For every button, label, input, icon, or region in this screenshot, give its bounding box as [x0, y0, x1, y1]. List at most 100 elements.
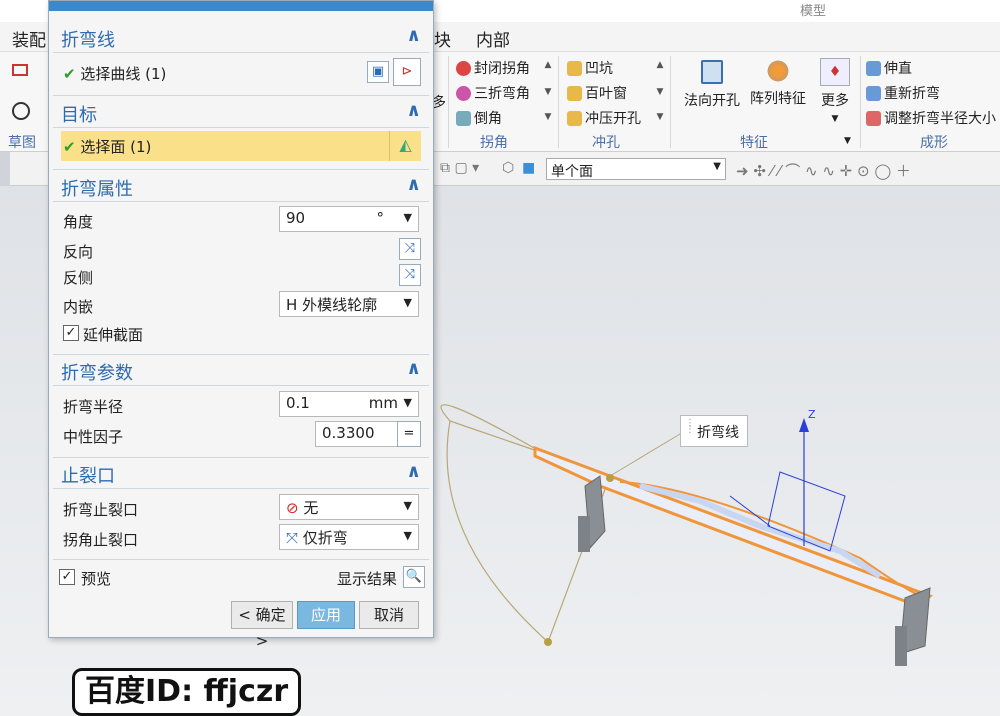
bend-line-tooltip: ⋮ ⋮ 折弯线	[680, 415, 748, 447]
select-face-text: ✔ 选择面 (1)	[63, 136, 151, 157]
ok-button[interactable]: < 确定 >	[231, 601, 293, 650]
extend-section-checkbox[interactable]: ✓	[63, 325, 79, 341]
more-button[interactable]: ♦ 更多 ▼	[820, 58, 850, 124]
drawn-cutout-label: 冲压开孔	[585, 111, 641, 127]
angle-label: 角度	[63, 213, 94, 231]
chevron-down-icon: ▼	[403, 529, 412, 542]
chamfer-label: 倒角	[474, 111, 502, 127]
chevron-down-icon[interactable]: ▼	[404, 396, 412, 409]
resize-bend-radius-label: 调整折弯半径大小	[884, 111, 996, 127]
collapse-caret-icon[interactable]: ∧	[406, 461, 421, 482]
corner-scroll-more[interactable]: ▼	[542, 112, 554, 122]
select-face-row[interactable]: ✔ 选择面 (1)	[61, 131, 389, 161]
select-curve-row[interactable]: ✔ 选择曲线 (1)	[63, 63, 166, 84]
ribbon-group-feature: 特征	[740, 135, 768, 151]
section-relief-header[interactable]: 止裂口 ∧	[53, 459, 429, 489]
pattern-feature-icon	[765, 60, 791, 82]
circle-icon	[12, 102, 30, 120]
normal-cutout-label: 法向开孔	[684, 93, 740, 109]
arc-endpoint	[544, 638, 552, 646]
bend-radius-label: 折弯半径	[63, 398, 124, 416]
reverse-direction-icon[interactable]: ⤨	[399, 238, 421, 260]
resize-bend-radius-button[interactable]: 调整折弯半径大小	[866, 108, 996, 128]
chevron-down-icon: ▼	[713, 161, 721, 172]
collapse-caret-icon[interactable]: ∧	[406, 25, 421, 46]
chevron-down-icon[interactable]: ▼	[844, 136, 851, 146]
three-bend-corner-button[interactable]: 三折弯角	[456, 83, 530, 103]
inset-select[interactable]: H 外模线轮廓 ▼	[279, 291, 419, 317]
louver-label: 百叶窗	[585, 86, 627, 102]
unbend-button[interactable]: 伸直	[866, 58, 912, 78]
filter-icon[interactable]: ⬡	[502, 160, 514, 176]
section-divider	[53, 354, 429, 355]
punch-scroll-down[interactable]: ▼	[654, 87, 666, 97]
angle-input[interactable]: 90 ° ▼	[279, 206, 419, 232]
three-bend-corner-icon	[456, 85, 471, 101]
bend-radius-input[interactable]: 0.1 mm ▼	[279, 391, 419, 417]
louver-icon	[567, 85, 582, 101]
z-axis-label: Z	[808, 408, 816, 421]
inset-label: 内嵌	[63, 298, 94, 316]
reverse-side-icon[interactable]: ⤨	[399, 264, 421, 286]
magnifier-icon[interactable]: 🔍	[403, 566, 425, 588]
angle-unit: °	[376, 209, 385, 227]
bend-relief-select[interactable]: ⊘ 无 ▼	[279, 494, 419, 520]
snap-icon[interactable]: ⧉ ▢ ▾	[440, 160, 479, 176]
circle-tool-button[interactable]	[12, 102, 30, 120]
face-filter-select[interactable]: 单个面 ▼	[546, 158, 726, 180]
k-factor-input[interactable]: 0.3300	[315, 421, 399, 447]
section-target-header[interactable]: 目标 ∧	[53, 98, 429, 128]
bend-radius-unit: mm	[368, 394, 398, 412]
punch-scroll-more[interactable]: ▼	[654, 112, 666, 122]
chevron-down-icon[interactable]: ▼	[404, 211, 412, 224]
snap-point-tools[interactable]: ➜ ✣ ⁄ ⁄ ⌒ ∿ ∿ ✛ ⊙ ◯ ＋	[736, 160, 911, 181]
cancel-button[interactable]: 取消	[359, 601, 419, 629]
pattern-feature-button[interactable]: 阵列特征	[750, 60, 806, 108]
formula-button[interactable]: =	[397, 421, 421, 447]
louver-button[interactable]: 百叶窗	[567, 83, 627, 103]
section-bend-params-header[interactable]: 折弯参数 ∧	[53, 356, 429, 386]
bend-relief-label: 折弯止裂口	[63, 501, 139, 519]
chevron-down-icon: ▼	[403, 499, 412, 512]
rectangle-tool-button[interactable]	[12, 64, 28, 76]
collapse-caret-icon[interactable]: ∧	[406, 100, 421, 121]
menu-internal[interactable]: 内部	[476, 26, 510, 51]
chamfer-icon	[456, 110, 471, 126]
bend-relief-value: 无	[303, 499, 319, 517]
collapse-caret-icon[interactable]: ∧	[406, 174, 421, 195]
drawn-cutout-button[interactable]: 冲压开孔	[567, 108, 641, 128]
three-bend-corner-label: 三折弯角	[474, 86, 530, 102]
corner-relief-select[interactable]: ⤧ 仅折弯 ▼	[279, 524, 419, 550]
bend-dialog: 折弯线 ∧ ✔ 选择曲线 (1) ▣ ⊳ 目标 ∧ ✔ 选择面 (1) ◭ 折弯…	[48, 0, 434, 650]
more-icon: ♦	[820, 58, 850, 86]
face-select-icon[interactable]: ◭	[389, 131, 421, 161]
unbend-icon	[866, 60, 881, 76]
menu-block[interactable]: 块	[434, 26, 451, 51]
dialog-titlebar[interactable]	[49, 1, 433, 11]
dimple-button[interactable]: 凹坑	[567, 58, 613, 78]
chamfer-button[interactable]: 倒角	[456, 108, 502, 128]
check-icon: ✔	[63, 138, 76, 156]
section-bend-props-title: 折弯属性	[61, 179, 133, 200]
punch-scroll-up[interactable]: ▲	[654, 60, 666, 70]
section-bend-props-header[interactable]: 折弯属性 ∧	[53, 172, 429, 202]
preview-checkbox[interactable]: ✓	[59, 569, 75, 585]
reverse-label: 反向	[63, 243, 94, 261]
solid-icon[interactable]: ■	[522, 160, 535, 176]
collapse-caret-icon[interactable]: ∧	[406, 358, 421, 379]
sketch-section-icon[interactable]: ▣	[367, 61, 389, 83]
corner-scroll-up[interactable]: ▲	[542, 60, 554, 70]
dimple-label: 凹坑	[585, 61, 613, 77]
menu-assembly[interactable]: 装配	[12, 26, 46, 51]
rebend-button[interactable]: 重新折弯	[866, 83, 940, 103]
curve-select-icon[interactable]: ⊳	[393, 58, 421, 86]
angle-value: 90	[286, 209, 306, 227]
more-stub-label: 多	[432, 95, 446, 111]
more-label: 更多	[821, 93, 849, 109]
corner-scroll-down[interactable]: ▼	[542, 87, 554, 97]
apply-button[interactable]: 应用	[297, 601, 355, 629]
normal-cutout-button[interactable]: 法向开孔	[684, 60, 740, 110]
closed-corner-button[interactable]: 封闭拐角	[456, 58, 530, 78]
section-bend-line-header[interactable]: 折弯线 ∧	[53, 23, 429, 53]
watermark: 百度ID: ffjczr	[72, 668, 302, 716]
